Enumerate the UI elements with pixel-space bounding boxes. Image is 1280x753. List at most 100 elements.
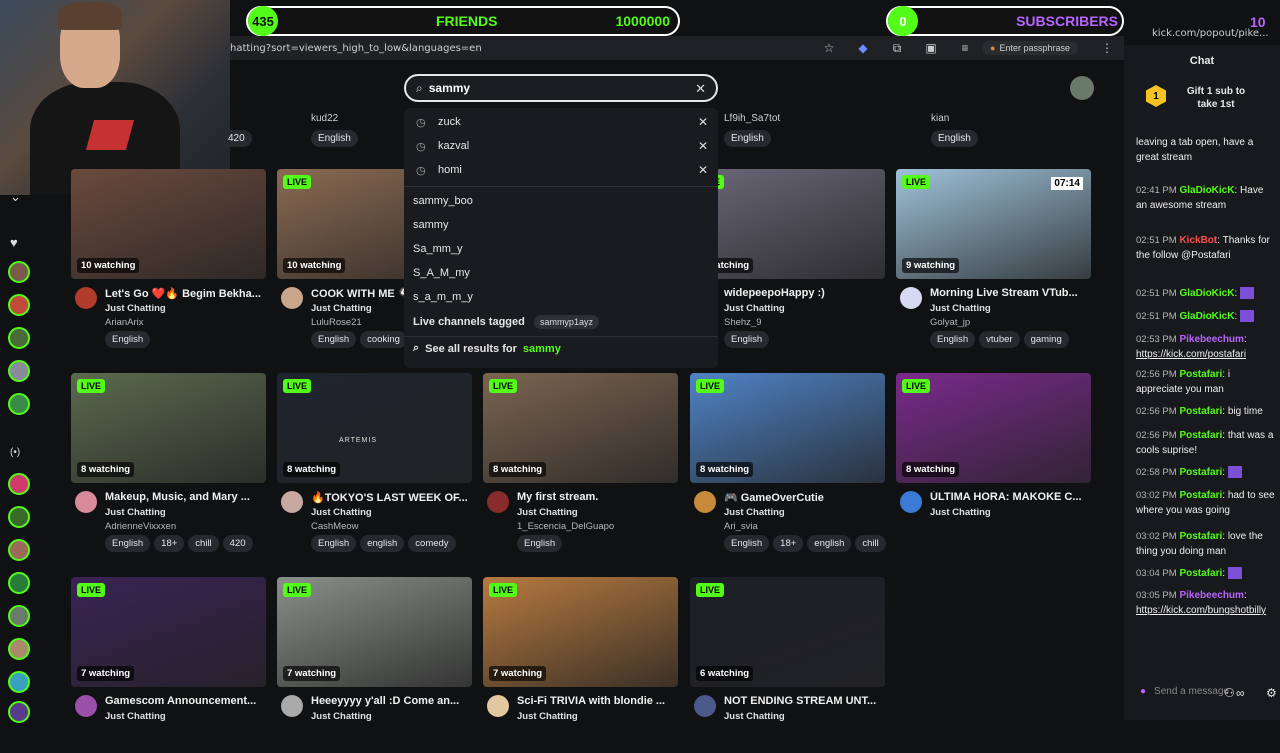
chat-username[interactable]: KickBot: [1179, 235, 1217, 246]
chat-link[interactable]: https://kick.com/postafari: [1136, 349, 1246, 360]
channel-avatar[interactable]: [900, 287, 922, 309]
channel-username[interactable]: LuluRose21: [311, 317, 362, 328]
tag-pill[interactable]: english: [807, 535, 852, 552]
stream-card[interactable]: LIVE 8 watching ÚLTIMA HORA: MAKOKE C...…: [896, 373, 1091, 549]
heart-icon[interactable]: ♥: [10, 235, 18, 250]
channel-avatar[interactable]: [75, 695, 97, 717]
channel-username[interactable]: 1_Escencia_DelGuapo: [517, 521, 614, 532]
suggestion-item[interactable]: sammy_boo: [413, 195, 473, 207]
stream-card[interactable]: LIVE 6 watching NOT ENDING STREAM UNT...…: [690, 577, 885, 753]
stream-title[interactable]: widepeepoHappy :): [724, 287, 884, 299]
stream-title[interactable]: Morning Live Stream VTub...: [930, 287, 1090, 299]
recommended-channel-avatar[interactable]: [8, 539, 30, 561]
channel-username[interactable]: kud22: [311, 113, 338, 124]
stream-thumbnail[interactable]: LIVE ARTEMIS 8 watching: [277, 373, 472, 483]
recommended-channel-avatar[interactable]: [8, 572, 30, 594]
channel-avatar[interactable]: [75, 287, 97, 309]
tag-pill[interactable]: English: [724, 535, 770, 552]
stream-category[interactable]: Just Chatting: [517, 507, 578, 518]
recommended-channel-avatar[interactable]: [8, 671, 30, 693]
stream-category[interactable]: Just Chatting: [105, 711, 166, 722]
stream-thumbnail[interactable]: LIVE 7 watching: [71, 577, 266, 687]
channel-avatar[interactable]: [75, 491, 97, 513]
recent-search-item[interactable]: ◷ kazval ✕: [416, 134, 708, 158]
stream-category[interactable]: Just Chatting: [311, 711, 372, 722]
channel-avatar[interactable]: [281, 287, 303, 309]
chat-username[interactable]: GlaDioKicK: [1179, 288, 1234, 299]
menu-dots-icon[interactable]: ⋮: [1099, 40, 1115, 56]
stream-card[interactable]: LIVE 7 watching Sci-Fi TRIVIA with blond…: [483, 577, 678, 753]
chat-username[interactable]: Postafari: [1179, 568, 1222, 579]
followed-channel-avatar[interactable]: [8, 294, 30, 316]
tag-pill[interactable]: English: [105, 535, 151, 552]
channel-username[interactable]: Shehz_9: [724, 317, 762, 328]
remove-icon[interactable]: ✕: [698, 115, 708, 129]
chat-username[interactable]: Postafari: [1179, 430, 1222, 441]
stream-title[interactable]: ÚLTIMA HORA: MAKOKE C...: [930, 491, 1090, 503]
stream-thumbnail[interactable]: LIVE 7 watching: [277, 577, 472, 687]
tagged-channels-item[interactable]: Live channels tagged sammyp1ayz: [413, 315, 599, 329]
suggestion-item[interactable]: s_a_m_m_y: [413, 291, 473, 303]
tag-pill[interactable]: 420: [222, 535, 253, 552]
tag-pill[interactable]: 420: [222, 130, 252, 147]
puzzle-icon[interactable]: ⧉: [889, 40, 905, 56]
stream-category[interactable]: Just Chatting: [105, 507, 166, 518]
tag-pill[interactable]: English: [724, 331, 770, 348]
stream-category[interactable]: Just Chatting: [517, 711, 578, 722]
recommended-channel-avatar[interactable]: [8, 506, 30, 528]
stream-thumbnail[interactable]: LIVE 9 watching: [690, 169, 885, 279]
url-text[interactable]: hatting?sort=viewers_high_to_low&languag…: [230, 43, 812, 54]
stream-category[interactable]: Just Chatting: [724, 507, 785, 518]
stream-title[interactable]: NOT ENDING STREAM UNT...: [724, 695, 884, 707]
channel-avatar[interactable]: [694, 491, 716, 513]
stream-thumbnail[interactable]: LIVE 7 watching: [483, 577, 678, 687]
stream-title[interactable]: 🔥TOKYO'S LAST WEEK OF...: [311, 491, 471, 504]
tag-pill[interactable]: English: [724, 130, 771, 147]
suggestion-item[interactable]: Sa_mm_y: [413, 243, 463, 255]
chat-username[interactable]: Postafari: [1179, 531, 1222, 542]
channel-username[interactable]: Ari_svia: [724, 521, 758, 532]
stream-thumbnail[interactable]: LIVE 6 watching: [690, 577, 885, 687]
close-icon[interactable]: ✕: [695, 81, 706, 97]
channel-avatar[interactable]: [281, 491, 303, 513]
stream-thumbnail[interactable]: LIVE 07:14 9 watching: [896, 169, 1091, 279]
recommended-channel-avatar[interactable]: [8, 605, 30, 627]
stream-title[interactable]: Gamescom Announcement...: [105, 695, 265, 707]
stream-category[interactable]: Just Chatting: [105, 303, 166, 314]
stream-category[interactable]: Just Chatting: [311, 303, 372, 314]
stream-title[interactable]: Makeup, Music, and Mary ...: [105, 491, 265, 503]
stream-card[interactable]: 10 watching Let's Go ❤️🔥 Begim Bekha... …: [71, 169, 266, 348]
chat-username[interactable]: Postafari: [1179, 406, 1222, 417]
tag-pill[interactable]: comedy: [408, 535, 456, 552]
stream-title[interactable]: Let's Go ❤️🔥 Begim Bekha...: [105, 287, 265, 300]
suggestion-item[interactable]: S_A_M_my: [413, 267, 470, 279]
chat-username[interactable]: Postafari: [1179, 490, 1222, 501]
chat-username[interactable]: Postafari: [1179, 369, 1222, 380]
channel-username[interactable]: ArianArix: [105, 317, 144, 328]
tag-pill[interactable]: English: [930, 331, 976, 348]
stream-title[interactable]: Sci-Fi TRIVIA with blondie ...: [517, 695, 677, 707]
stream-thumbnail[interactable]: LIVE 8 watching: [690, 373, 885, 483]
settings-gear-icon[interactable]: ⚙: [1266, 686, 1277, 700]
tag-pill[interactable]: cooking: [360, 331, 407, 348]
tag-pill[interactable]: 18+: [773, 535, 804, 552]
stream-category[interactable]: Just Chatting: [724, 303, 785, 314]
chat-username[interactable]: Pikebeechum: [1179, 334, 1243, 345]
remove-icon[interactable]: ✕: [698, 163, 708, 177]
popout-url[interactable]: kick.com/popout/pike...: [1152, 28, 1269, 39]
channel-username[interactable]: AdrienneVixxxen: [105, 521, 176, 532]
stream-title[interactable]: 🎮 GameOverCutie: [724, 491, 884, 504]
stream-title[interactable]: My first stream.: [517, 491, 677, 503]
stream-card[interactable]: LIVE ARTEMIS 8 watching 🔥TOKYO'S LAST WE…: [277, 373, 472, 552]
search-box[interactable]: ⌕ ✕: [404, 74, 718, 102]
channel-avatar[interactable]: [487, 695, 509, 717]
chevron-down-icon[interactable]: ⌄: [10, 189, 21, 205]
stream-card[interactable]: LIVE 8 watching Makeup, Music, and Mary …: [71, 373, 266, 552]
stream-thumbnail[interactable]: LIVE 8 watching: [71, 373, 266, 483]
tag-pill[interactable]: English: [517, 535, 563, 552]
community-icon[interactable]: ∞: [1236, 686, 1245, 700]
search-input[interactable]: [428, 81, 669, 95]
stream-category[interactable]: Just Chatting: [724, 711, 785, 722]
stream-thumbnail[interactable]: LIVE 8 watching: [483, 373, 678, 483]
user-avatar[interactable]: [1070, 76, 1094, 100]
